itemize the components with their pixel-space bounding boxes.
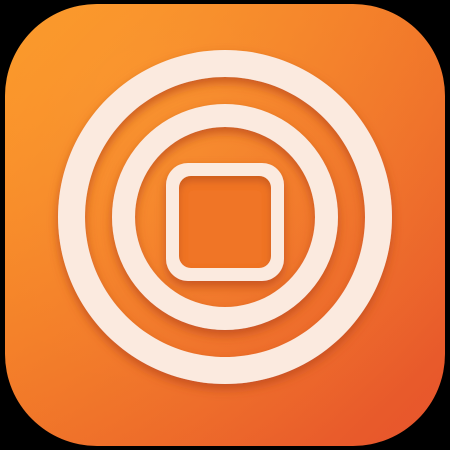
icon-canvas [0,0,450,450]
app-icon-tile[interactable] [5,4,445,446]
app-icon-graphic [5,4,445,446]
stop-square-inner [179,176,271,268]
